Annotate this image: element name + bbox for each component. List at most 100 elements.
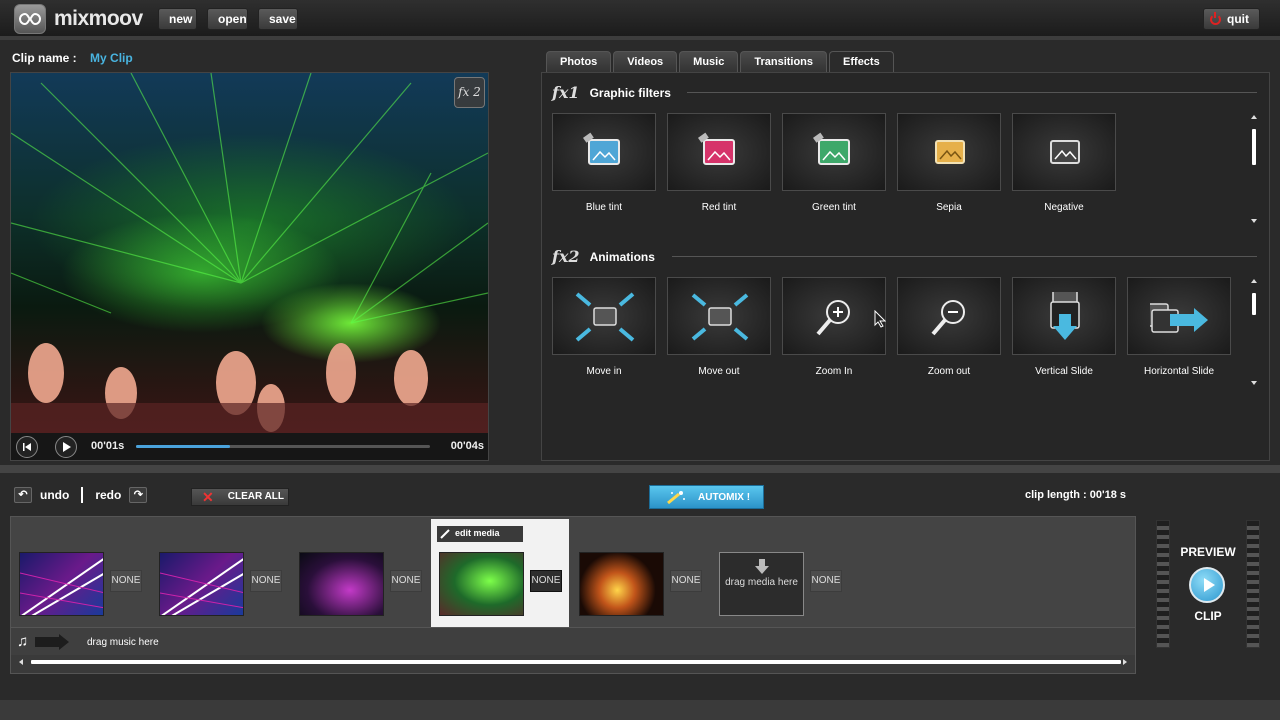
transition-slot[interactable]: NONE	[670, 570, 702, 592]
effect-zoom-out[interactable]	[897, 277, 1001, 355]
green-tint-icon	[813, 132, 850, 165]
save-button[interactable]: save	[258, 8, 298, 30]
fx2-badge[interactable]: fx 2	[454, 77, 485, 108]
tab-transitions[interactable]: Transitions	[740, 51, 828, 72]
app-logo: mixmoov	[14, 4, 143, 34]
scroll-thumb[interactable]	[1252, 129, 1256, 165]
clip-thumbnail	[20, 558, 103, 615]
timeline-clip-3[interactable]	[299, 552, 384, 616]
seek-bar[interactable]	[136, 445, 430, 448]
timeline-clip-1[interactable]	[19, 552, 104, 616]
transition-slot-selected[interactable]: NONE	[530, 570, 562, 592]
arrow-down-icon	[754, 559, 769, 574]
scroll-down-icon[interactable]	[1251, 381, 1257, 385]
film-strip-right	[1246, 520, 1260, 648]
drop-label: drag media here	[725, 577, 798, 588]
timeline-clip-5[interactable]	[579, 552, 664, 616]
rewind-button[interactable]	[16, 436, 38, 458]
automix-button[interactable]: AUTOMIX !	[649, 485, 764, 509]
logo-icon	[14, 4, 46, 34]
tab-music[interactable]: Music	[679, 51, 739, 72]
effect-label: Move out	[698, 366, 740, 377]
scroll-thumb[interactable]	[31, 660, 1121, 664]
undo-icon[interactable]: ↶	[14, 487, 32, 503]
graphic-filters-title: Graphic filters	[589, 85, 671, 100]
effect-move-out[interactable]	[667, 277, 771, 355]
timeline-clip-2[interactable]	[159, 552, 244, 616]
clip-thumbnail	[160, 558, 243, 615]
undo-button[interactable]: undo	[40, 488, 69, 502]
move-out-icon	[691, 293, 749, 341]
section-divider	[672, 256, 1257, 257]
video-player: fx 2 00'01s 00'04s	[10, 72, 489, 461]
effect-label: Zoom In	[815, 366, 853, 377]
redo-button[interactable]: redo	[95, 488, 121, 502]
effect-zoom-in[interactable]	[782, 277, 886, 355]
video-frame: fx 2	[11, 73, 488, 433]
preview-clip-button[interactable]: PREVIEW CLIP	[1156, 520, 1260, 648]
timeline: edit media NONE NONE NONE NONE NONE drag…	[10, 516, 1136, 674]
laser-rays	[11, 73, 488, 433]
effect-label: Vertical Slide	[1035, 366, 1093, 377]
effect-label: Blue tint	[585, 202, 623, 213]
tab-videos[interactable]: Videos	[613, 51, 678, 72]
magic-wand-icon	[667, 491, 685, 504]
transition-slot[interactable]: NONE	[810, 570, 842, 592]
effect-label: Move in	[586, 366, 622, 377]
redo-icon[interactable]: ↷	[129, 487, 148, 503]
scroll-up-icon[interactable]	[1251, 279, 1257, 283]
clip-name-value[interactable]: My Clip	[90, 51, 133, 65]
music-track[interactable]: ♫ drag music here	[11, 627, 1135, 655]
horizontal-slide-icon	[1150, 303, 1208, 333]
film-strip-left	[1156, 520, 1170, 648]
timeline-clip-4-selected[interactable]	[439, 552, 524, 616]
effect-blue-tint[interactable]	[552, 113, 656, 191]
clip-label: CLIP	[1194, 609, 1222, 623]
red-tint-icon	[698, 132, 735, 165]
tab-effects[interactable]: Effects	[829, 51, 894, 72]
arrow-right-icon	[35, 634, 69, 650]
fx2-mark: fx2	[552, 247, 580, 266]
quit-label: quit	[1227, 12, 1249, 26]
open-button[interactable]: open	[207, 8, 248, 30]
quit-button[interactable]: quit	[1203, 8, 1260, 30]
animations-scrollbar[interactable]	[1249, 279, 1259, 385]
move-in-icon	[575, 292, 635, 342]
transition-slot[interactable]: NONE	[390, 570, 422, 592]
effect-label: Horizontal Slide	[1143, 366, 1215, 377]
section-divider	[687, 92, 1257, 93]
edit-media-button[interactable]: edit media	[437, 526, 523, 542]
effect-green-tint[interactable]	[782, 113, 886, 191]
effect-move-in[interactable]	[552, 277, 656, 355]
sepia-icon	[935, 140, 965, 164]
power-icon	[1210, 11, 1221, 25]
effect-vertical-slide[interactable]	[1012, 277, 1116, 355]
scroll-left-icon[interactable]	[19, 659, 23, 665]
tab-photos[interactable]: Photos	[546, 51, 612, 72]
animations-title: Animations	[589, 249, 655, 264]
scroll-thumb[interactable]	[1252, 293, 1256, 315]
media-tabs: Photos Videos Music Transitions Effects	[546, 51, 894, 72]
effect-sepia[interactable]	[897, 113, 1001, 191]
graphic-filters-header: fx1 Graphic filters	[552, 83, 671, 102]
effect-label: Zoom out	[927, 366, 971, 377]
graphic-filters-scrollbar[interactable]	[1249, 115, 1259, 223]
play-icon[interactable]	[1189, 567, 1225, 603]
effect-red-tint[interactable]	[667, 113, 771, 191]
media-drop-zone[interactable]: drag media here	[719, 552, 804, 616]
transition-slot[interactable]: NONE	[110, 570, 142, 592]
timeline-scrollbar[interactable]	[17, 657, 1129, 667]
effect-label: Sepia	[936, 202, 962, 213]
scroll-down-icon[interactable]	[1251, 219, 1257, 223]
clip-name: Clip name : My Clip	[12, 51, 133, 65]
scroll-up-icon[interactable]	[1251, 115, 1257, 119]
pencil-icon	[440, 529, 450, 539]
clear-all-button[interactable]: ✕ CLEAR ALL	[191, 488, 289, 506]
effect-negative[interactable]	[1012, 113, 1116, 191]
effect-horizontal-slide[interactable]	[1127, 277, 1231, 355]
new-button[interactable]: new	[158, 8, 197, 30]
play-button[interactable]	[55, 436, 77, 458]
scroll-right-icon[interactable]	[1123, 659, 1127, 665]
transition-slot[interactable]: NONE	[250, 570, 282, 592]
clear-all-label: CLEAR ALL	[227, 491, 285, 502]
